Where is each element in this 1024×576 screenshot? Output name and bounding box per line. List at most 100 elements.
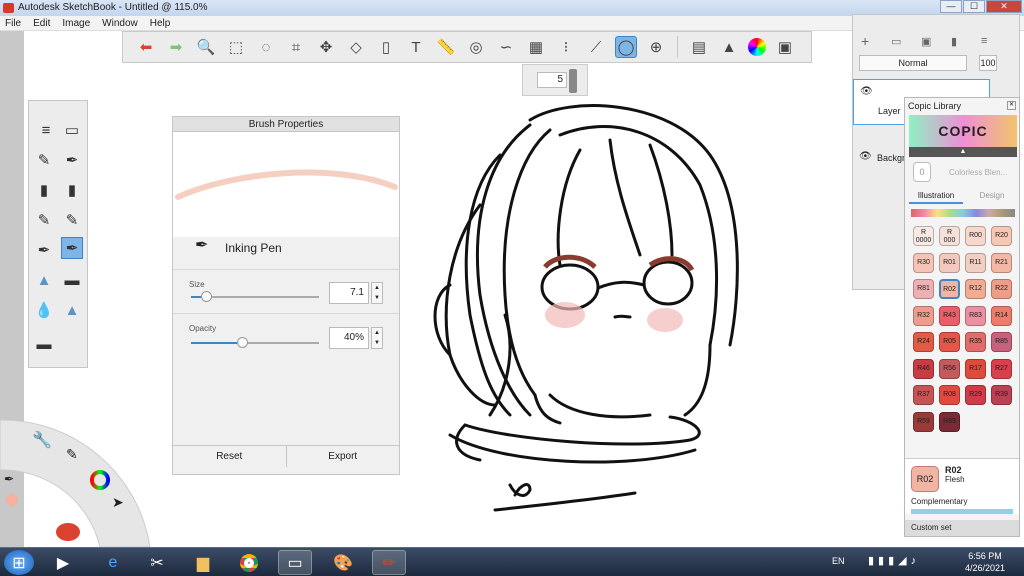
color-wheel-icon[interactable] [748,38,766,56]
sketchbook-icon[interactable]: ✏ [372,550,406,575]
delete-layer-icon[interactable]: ▮ [951,35,957,48]
copic-swatch[interactable]: R01 [939,252,960,273]
opacity-slider[interactable] [191,337,319,348]
copic-swatch[interactable]: R32 [913,305,934,326]
copic-swatch[interactable]: R27 [991,358,1012,379]
lagoon-tools-icon[interactable]: 🔧 [32,430,52,450]
copic-swatch[interactable]: R 0000 [913,226,934,246]
chrome-icon[interactable] [232,550,266,575]
french-curve-icon[interactable]: ∽ [495,36,517,58]
brush-size-slider[interactable] [569,69,577,93]
lagoon-menu[interactable] [0,420,160,547]
copic-icon[interactable]: ▤ [688,36,710,58]
copic-swatch[interactable]: R46 [913,358,934,379]
opacity-stepper[interactable]: ▲ ▼ [371,327,383,349]
language-indicator[interactable]: EN [832,556,845,566]
distort-icon[interactable]: ◇ [345,36,367,58]
ellipse-guide-icon[interactable]: ◎ [465,36,487,58]
maximize-button[interactable]: ☐ [963,0,985,13]
copic-swatch[interactable]: R00 [965,226,986,246]
copic-swatch[interactable]: R37 [913,385,934,405]
stroke-icon[interactable]: ⟋ [585,36,607,58]
copic-swatch[interactable]: R02 [939,279,960,299]
ruler-icon[interactable]: 📏 [435,36,457,58]
select-icon[interactable]: ⬚ [225,36,247,58]
blend-mode-select[interactable]: Normal [859,55,967,71]
layer-group-icon[interactable]: ▭ [891,35,901,48]
smear-brush-icon[interactable]: ▲ [61,299,83,321]
copic-swatch[interactable]: R05 [939,332,960,352]
internet-explorer-icon[interactable]: e [96,550,130,575]
copic-swatch[interactable]: R89 [939,411,960,432]
size-slider[interactable] [191,291,319,302]
visibility-eye-icon[interactable]: 👁 [860,86,873,97]
copic-swatch[interactable]: R56 [939,358,960,379]
size-value-field[interactable]: 7.1 [329,282,369,304]
redo-icon[interactable]: ➡ [165,36,187,58]
file-explorer-icon[interactable]: ▆ [186,550,220,575]
opacity-value-field[interactable]: 40% [329,327,369,349]
lasso-select-icon[interactable]: ◌ [255,36,277,58]
tab-illustration[interactable]: Illustration [909,188,963,204]
close-button[interactable]: ✕ [986,0,1022,13]
shapes-icon[interactable]: ⊕ [645,36,667,58]
zoom-icon[interactable]: 🔍 [195,36,217,58]
undo-icon[interactable]: ⬅ [135,36,157,58]
copic-swatch[interactable]: R12 [965,279,986,299]
copic-swatch[interactable]: R08 [939,385,960,405]
copic-swatch[interactable]: R24 [913,332,934,352]
lagoon-pointer-icon[interactable]: ➤ [112,494,124,511]
minimize-button[interactable]: — [940,0,962,13]
symmetry-icon[interactable]: ⁝ [555,36,577,58]
hard-eraser-icon[interactable]: ▬ [33,333,55,355]
complementary-label[interactable]: Complementary [911,497,967,506]
palette-icon[interactable]: ▣ [774,36,796,58]
media-player-icon[interactable]: ▶ [46,550,80,575]
copic-swatch[interactable]: R 000 [939,226,960,246]
menu-window[interactable]: Window [102,16,138,30]
copic-swatch[interactable]: R43 [939,305,960,326]
tab-design[interactable]: Design [965,188,1019,204]
copic-swatch[interactable]: R59 [913,411,934,432]
paint-icon[interactable]: 🎨 [326,550,360,575]
lagoon-brush-icon[interactable]: ✎ [66,446,78,463]
copic-swatch[interactable]: R81 [913,279,934,299]
copic-swatch[interactable]: R30 [913,252,934,273]
fill-icon[interactable]: ▯ [375,36,397,58]
copic-swatch[interactable]: R39 [991,385,1012,405]
copic-swatch[interactable]: R83 [965,305,986,326]
export-button[interactable]: Export [287,446,400,467]
color-family-strip[interactable] [911,209,1015,217]
palette-settings-icon[interactable]: ≡ [35,119,57,141]
copic-swatch[interactable]: R14 [991,305,1012,326]
brushes-icon[interactable]: ▲ [718,36,740,58]
water-brush-icon[interactable]: 💧 [33,299,55,321]
add-layer-icon[interactable]: + [861,33,869,49]
text-icon[interactable]: T [405,36,427,58]
calligraphy-brush-icon[interactable]: ✒ [33,239,55,261]
chisel-brush-icon[interactable]: ✎ [33,209,55,231]
palette-view-icon[interactable]: ▭ [61,119,83,141]
layer-menu-icon[interactable]: ≡ [981,35,987,47]
selected-swatch[interactable]: R02 [911,466,939,492]
inking-pen-brush-icon[interactable]: ✒ [61,237,83,259]
photo-viewer-icon[interactable]: ▭ [278,550,312,575]
ballpoint-brush-icon[interactable]: ✒ [61,149,83,171]
crop-icon[interactable]: ⌗ [285,36,307,58]
start-icon[interactable]: ⊞ [4,550,34,575]
copic-swatch[interactable]: R22 [991,279,1012,299]
copic-swatch[interactable]: R35 [965,332,986,352]
lagoon-pen-icon[interactable]: ✒ [4,472,14,486]
airbrush-icon[interactable]: ▲ [33,269,55,291]
menu-file[interactable]: File [5,16,21,30]
perspective-icon[interactable]: ▦ [525,36,547,58]
collapse-icon[interactable]: ▲ [909,147,1017,157]
copic-close-icon[interactable]: ✕ [1007,101,1016,110]
soft-pencil-brush-icon[interactable]: ✎ [61,209,83,231]
transform-icon[interactable]: ✥ [315,36,337,58]
predictive-stroke-icon[interactable]: ◯ [615,36,637,58]
menu-image[interactable]: Image [62,16,90,30]
menu-edit[interactable]: Edit [33,16,50,30]
size-stepper[interactable]: ▲ ▼ [371,282,383,304]
copic-swatch[interactable]: R29 [965,385,986,405]
